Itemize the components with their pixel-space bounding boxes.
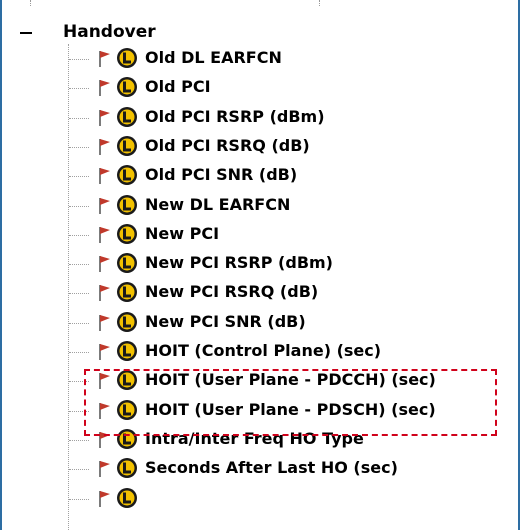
tree-item[interactable]: New PCI — [0, 221, 518, 250]
tree-connector-line — [69, 235, 89, 236]
tree-item[interactable]: Seconds After Last HO (sec) — [0, 455, 518, 484]
tree-connector-line — [69, 59, 89, 60]
tree-item-label: Old PCI RSRQ (dB) — [145, 136, 310, 155]
tree-connector-top — [30, 0, 31, 6]
tree-panel: Handover Old DL EARFCN Old PCI Old PCI R… — [0, 0, 528, 530]
layer3-L-icon — [117, 136, 137, 156]
tree-item[interactable]: Old PCI RSRP (dBm) — [0, 104, 518, 133]
red-flag-icon — [99, 139, 110, 155]
tree-item-label: Seconds After Last HO (sec) — [145, 458, 398, 477]
red-flag-icon — [99, 51, 110, 67]
layer3-L-icon — [117, 107, 137, 127]
tree-item-label: Old PCI — [145, 77, 211, 96]
red-flag-icon — [99, 110, 110, 126]
tree-node-label: Handover — [63, 22, 156, 42]
red-flag-icon — [99, 80, 110, 96]
highlight-annotation-box — [84, 369, 497, 436]
layer3-L-icon — [117, 224, 137, 244]
panel-border-right — [518, 0, 520, 530]
red-flag-icon — [99, 198, 110, 214]
tree-item-label: HOIT (Control Plane) (sec) — [145, 341, 382, 360]
tree-item[interactable]: New PCI RSRQ (dB) — [0, 279, 518, 308]
tree-item[interactable]: Old DL EARFCN — [0, 45, 518, 74]
layer3-L-icon — [117, 312, 137, 332]
tree-item[interactable]: New DL EARFCN — [0, 192, 518, 221]
tree-item-label: Old PCI RSRP (dBm) — [145, 107, 325, 126]
red-flag-icon — [99, 227, 110, 243]
tree-connector-line — [69, 293, 89, 294]
tree-connector-line — [69, 469, 89, 470]
tree-connector-line — [69, 176, 89, 177]
layer3-L-icon — [117, 48, 137, 68]
layer3-L-icon — [117, 341, 137, 361]
layer3-L-icon — [117, 165, 137, 185]
tree-item-label: New PCI RSRQ (dB) — [145, 282, 319, 301]
red-flag-icon — [99, 315, 110, 331]
red-flag-icon — [99, 256, 110, 272]
tree-connector-line — [69, 440, 89, 441]
tree-item[interactable]: HOIT (Control Plane) (sec) — [0, 338, 518, 367]
red-flag-icon — [99, 168, 110, 184]
tree-item-label: Old DL EARFCN — [145, 48, 282, 67]
tree-item-label: Old PCI SNR (dB) — [145, 165, 298, 184]
red-flag-icon — [99, 285, 110, 301]
tree-connector-line — [69, 147, 89, 148]
tree-item[interactable] — [0, 485, 518, 514]
tree-connector-line — [69, 118, 89, 119]
layer3-L-icon — [117, 458, 137, 478]
tree-item[interactable]: New PCI SNR (dB) — [0, 309, 518, 338]
tree-item-label: New PCI RSRP (dBm) — [145, 253, 333, 272]
layer3-L-icon — [117, 488, 137, 508]
red-flag-icon — [99, 461, 110, 477]
layer3-L-icon — [117, 253, 137, 273]
tree-item-label: New DL EARFCN — [145, 195, 291, 214]
tree-connector-line — [69, 206, 89, 207]
tree-connector-top — [319, 0, 320, 6]
tree-connector-line — [69, 499, 89, 500]
tree-item[interactable]: Old PCI SNR (dB) — [0, 162, 518, 191]
tree-node-handover[interactable]: Handover — [0, 18, 518, 48]
layer3-L-icon — [117, 195, 137, 215]
tree-connector-line — [69, 352, 89, 353]
tree-item[interactable]: Old PCI RSRQ (dB) — [0, 133, 518, 162]
layer3-L-icon — [117, 77, 137, 97]
red-flag-icon — [99, 491, 110, 507]
tree-connector-line — [69, 323, 89, 324]
tree-item-label: New PCI — [145, 224, 220, 243]
tree-connector-line — [69, 88, 89, 89]
collapse-minus-icon[interactable] — [20, 32, 32, 34]
tree-item[interactable]: Old PCI — [0, 74, 518, 103]
tree-item[interactable]: New PCI RSRP (dBm) — [0, 250, 518, 279]
tree-connector-line — [69, 264, 89, 265]
tree-item-label: New PCI SNR (dB) — [145, 312, 306, 331]
layer3-L-icon — [117, 282, 137, 302]
red-flag-icon — [99, 344, 110, 360]
